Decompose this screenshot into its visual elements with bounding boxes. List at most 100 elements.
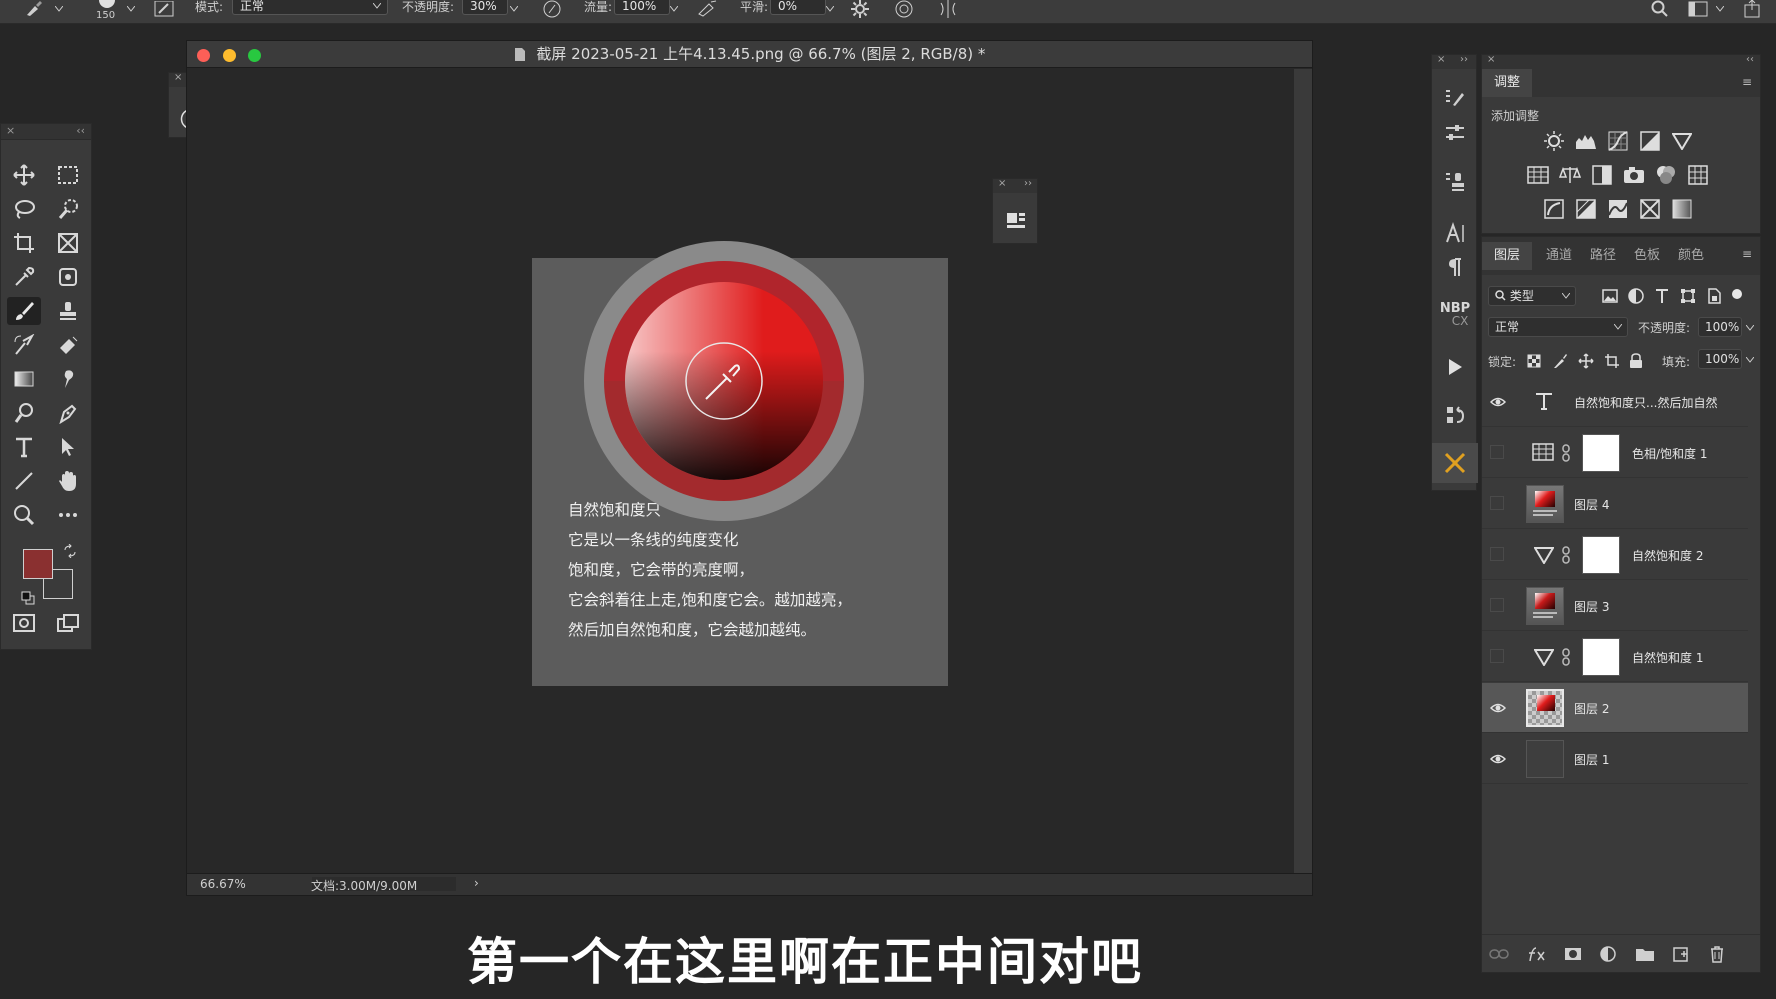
chevron-down-icon[interactable]	[506, 0, 522, 18]
properties-icon[interactable]	[1005, 209, 1027, 231]
airbrush-icon[interactable]	[696, 0, 720, 18]
selective-color-icon[interactable]	[1638, 197, 1662, 221]
eraser-tool-icon[interactable]	[51, 331, 85, 359]
marquee-tool-icon[interactable]	[51, 161, 85, 189]
minimize-window-button[interactable]	[223, 49, 236, 62]
move-tool-icon[interactable]	[7, 161, 41, 189]
pressure-opacity-icon[interactable]	[540, 0, 564, 18]
visibility-eye-icon[interactable]	[1490, 394, 1506, 410]
brush-tool-icon[interactable]	[7, 297, 41, 325]
mask-link-icon[interactable]	[1561, 546, 1571, 564]
paragraph-panel-icon[interactable]	[1432, 247, 1478, 287]
filter-smart-object-icon[interactable]	[1702, 284, 1726, 308]
photo-filter-icon[interactable]	[1622, 163, 1646, 187]
layer-mask-thumbnail[interactable]	[1582, 434, 1620, 472]
foreground-color-swatch[interactable]	[23, 549, 53, 579]
tab-color[interactable]: 颜色	[1666, 242, 1716, 270]
layer-thumbnail[interactable]	[1526, 587, 1564, 625]
close-window-button[interactable]	[197, 49, 210, 62]
path-select-tool-icon[interactable]	[51, 433, 85, 461]
layer-row[interactable]: 图层 3	[1482, 581, 1748, 631]
share-icon[interactable]	[1740, 0, 1764, 18]
chevron-down-icon[interactable]	[52, 0, 66, 18]
tab-adjustments[interactable]: 调整	[1482, 69, 1533, 97]
brush-size-picker[interactable]: 150	[92, 0, 122, 24]
pen-tool-icon[interactable]	[51, 399, 85, 427]
more-tools-icon[interactable]	[51, 501, 85, 529]
lasso-tool-icon[interactable]	[7, 195, 41, 223]
type-tool-icon[interactable]	[7, 433, 41, 461]
zoom-window-button[interactable]	[248, 49, 261, 62]
mask-link-icon[interactable]	[1561, 648, 1571, 666]
visibility-toggle-off[interactable]	[1490, 445, 1504, 459]
layer-thumbnail[interactable]	[1526, 740, 1564, 778]
layer-row[interactable]: 自然饱和度只...然后加自然	[1482, 377, 1748, 427]
gradient-map-icon[interactable]	[1670, 197, 1694, 221]
layer-row[interactable]: 自然饱和度 2	[1482, 530, 1748, 580]
gradient-tool-icon[interactable]	[7, 365, 41, 393]
exposure-icon[interactable]	[1638, 129, 1662, 153]
close-icon[interactable]: ×	[174, 72, 182, 83]
expand-icon[interactable]: ››	[1460, 54, 1468, 65]
layer-thumbnail[interactable]	[1526, 689, 1564, 727]
levels-icon[interactable]	[1574, 129, 1598, 153]
stamp-tool-icon[interactable]	[51, 297, 85, 325]
plugin-cross-icon[interactable]	[1432, 443, 1478, 483]
quick-mask-icon[interactable]	[7, 609, 41, 637]
opacity-field[interactable]: 30%	[462, 0, 508, 15]
dodge-tool-icon[interactable]	[7, 399, 41, 427]
mode-select[interactable]: 正常	[232, 0, 388, 15]
zoom-tool-icon[interactable]	[7, 501, 41, 529]
visibility-toggle-off[interactable]	[1490, 598, 1504, 612]
mask-link-icon[interactable]	[1561, 444, 1571, 462]
smoothing-field[interactable]: 0%	[770, 0, 826, 15]
trash-icon[interactable]	[1706, 944, 1728, 964]
close-icon[interactable]: ×	[998, 178, 1006, 189]
symmetry-icon[interactable]	[936, 0, 960, 18]
hand-tool-icon[interactable]	[51, 467, 85, 495]
filter-adjustment-icon[interactable]	[1624, 284, 1648, 308]
collapse-icon[interactable]: ‹‹	[1746, 54, 1754, 65]
layer-row-selected[interactable]: 图层 2	[1482, 683, 1748, 733]
layer-thumbnail[interactable]	[1526, 485, 1564, 523]
tab-paths[interactable]: 路径	[1578, 242, 1628, 270]
filter-toggle[interactable]	[1732, 289, 1742, 299]
pressure-size-icon[interactable]	[892, 0, 916, 18]
lock-position-icon[interactable]	[1574, 349, 1598, 373]
posterize-icon[interactable]	[1574, 197, 1598, 221]
black-white-icon[interactable]	[1590, 163, 1614, 187]
clone-source-panel-icon[interactable]	[1432, 161, 1478, 201]
gear-icon[interactable]	[848, 0, 872, 18]
status-menu-arrow[interactable]: ›	[474, 876, 479, 890]
collapse-icon[interactable]: ‹‹	[76, 124, 85, 137]
layer-row[interactable]: 图层 4	[1482, 479, 1748, 529]
blend-mode-select[interactable]: 正常	[1488, 317, 1628, 337]
chevron-down-icon[interactable]	[1712, 0, 1728, 18]
chevron-down-icon[interactable]	[666, 0, 682, 18]
color-lookup-icon[interactable]	[1686, 163, 1710, 187]
layer-opacity-field[interactable]: 100%	[1698, 317, 1742, 337]
lock-artboard-icon[interactable]	[1600, 349, 1624, 373]
threshold-icon[interactable]	[1606, 197, 1630, 221]
swap-colors-icon[interactable]	[63, 544, 77, 558]
workspace-icon[interactable]	[1686, 0, 1710, 18]
tab-channels[interactable]: 通道	[1534, 242, 1584, 270]
layer-row[interactable]: 自然饱和度 1	[1482, 632, 1748, 682]
close-icon[interactable]: ×	[1437, 54, 1445, 65]
brush-tool-preset-icon[interactable]	[22, 0, 46, 18]
color-balance-icon[interactable]	[1558, 163, 1582, 187]
brushes-panel-icon[interactable]	[1432, 113, 1478, 153]
crop-tool-icon[interactable]	[7, 229, 41, 257]
curves-icon[interactable]	[1606, 129, 1630, 153]
close-icon[interactable]: ×	[1487, 54, 1495, 65]
chevron-down-icon[interactable]	[1746, 357, 1754, 363]
new-group-icon[interactable]	[1634, 944, 1656, 964]
document-title-bar[interactable]: 截屏 2023-05-21 上午4.13.45.png @ 66.7% (图层 …	[187, 41, 1312, 68]
eyedropper-tool-icon[interactable]	[7, 263, 41, 291]
layer-row[interactable]: 色相/饱和度 1	[1482, 428, 1748, 478]
hue-saturation-icon[interactable]	[1526, 163, 1550, 187]
default-colors-icon[interactable]	[21, 591, 35, 605]
brightness-contrast-icon[interactable]	[1542, 129, 1566, 153]
layer-mask-thumbnail[interactable]	[1582, 536, 1620, 574]
layer-row[interactable]: 图层 1	[1482, 734, 1748, 784]
